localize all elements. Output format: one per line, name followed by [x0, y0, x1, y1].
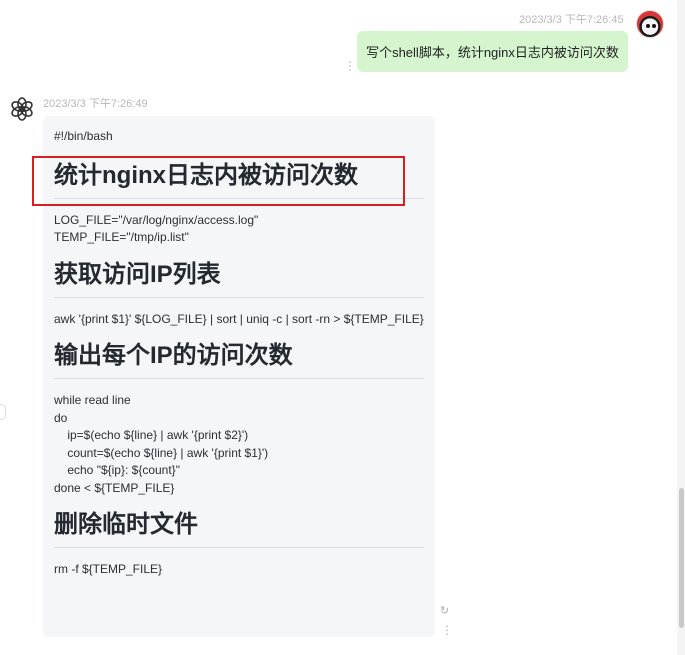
user-avatar-icon [636, 10, 664, 38]
user-message-bubble: 写个shell脚本，统计nginx日志内被访问次数 [357, 31, 628, 72]
code-line: ip=$(echo ${line} | awk '{print $2}') [54, 428, 249, 442]
code-line: TEMP_FILE="/tmp/ip.list" [54, 230, 189, 244]
openai-logo-icon [11, 97, 33, 121]
user-message-more-icon[interactable]: ⋮ [344, 60, 356, 72]
page-scrollbar[interactable] [677, 0, 685, 655]
section-heading: 获取访问IP列表 [54, 259, 424, 298]
bot-message-more-icon[interactable]: ⋮ [441, 624, 453, 636]
user-message-timestamp: 2023/3/3 下午7:26:45 [519, 14, 624, 26]
user-message-text: 写个shell脚本，统计nginx日志内被访问次数 [366, 45, 619, 60]
code-line: LOG_FILE="/var/log/nginx/access.log" [54, 212, 259, 227]
scrollbar-thumb[interactable] [679, 488, 684, 628]
code-line: count=$(echo ${line} | awk '{print $1}') [54, 445, 269, 460]
section-heading: 输出每个IP的访问次数 [54, 340, 424, 379]
shebang-line: #!/bin/bash [54, 129, 113, 143]
section-heading: 删除临时文件 [54, 509, 424, 548]
highlight-annotation-box [32, 156, 405, 206]
code-line: do [54, 410, 68, 425]
collapse-handle[interactable] [0, 404, 6, 420]
code-line: while read line [54, 393, 131, 407]
bot-message-timestamp: 2023/3/3 下午7:26:49 [43, 98, 148, 110]
code-line: rm -f ${TEMP_FILE} [54, 562, 163, 576]
code-line: awk '{print $1}' ${LOG_FILE} | sort | un… [54, 311, 424, 326]
code-line: done < ${TEMP_FILE} [54, 480, 175, 495]
refresh-icon[interactable]: ↻ [440, 604, 449, 617]
code-line: echo "${ip}: ${count}" [54, 463, 180, 477]
